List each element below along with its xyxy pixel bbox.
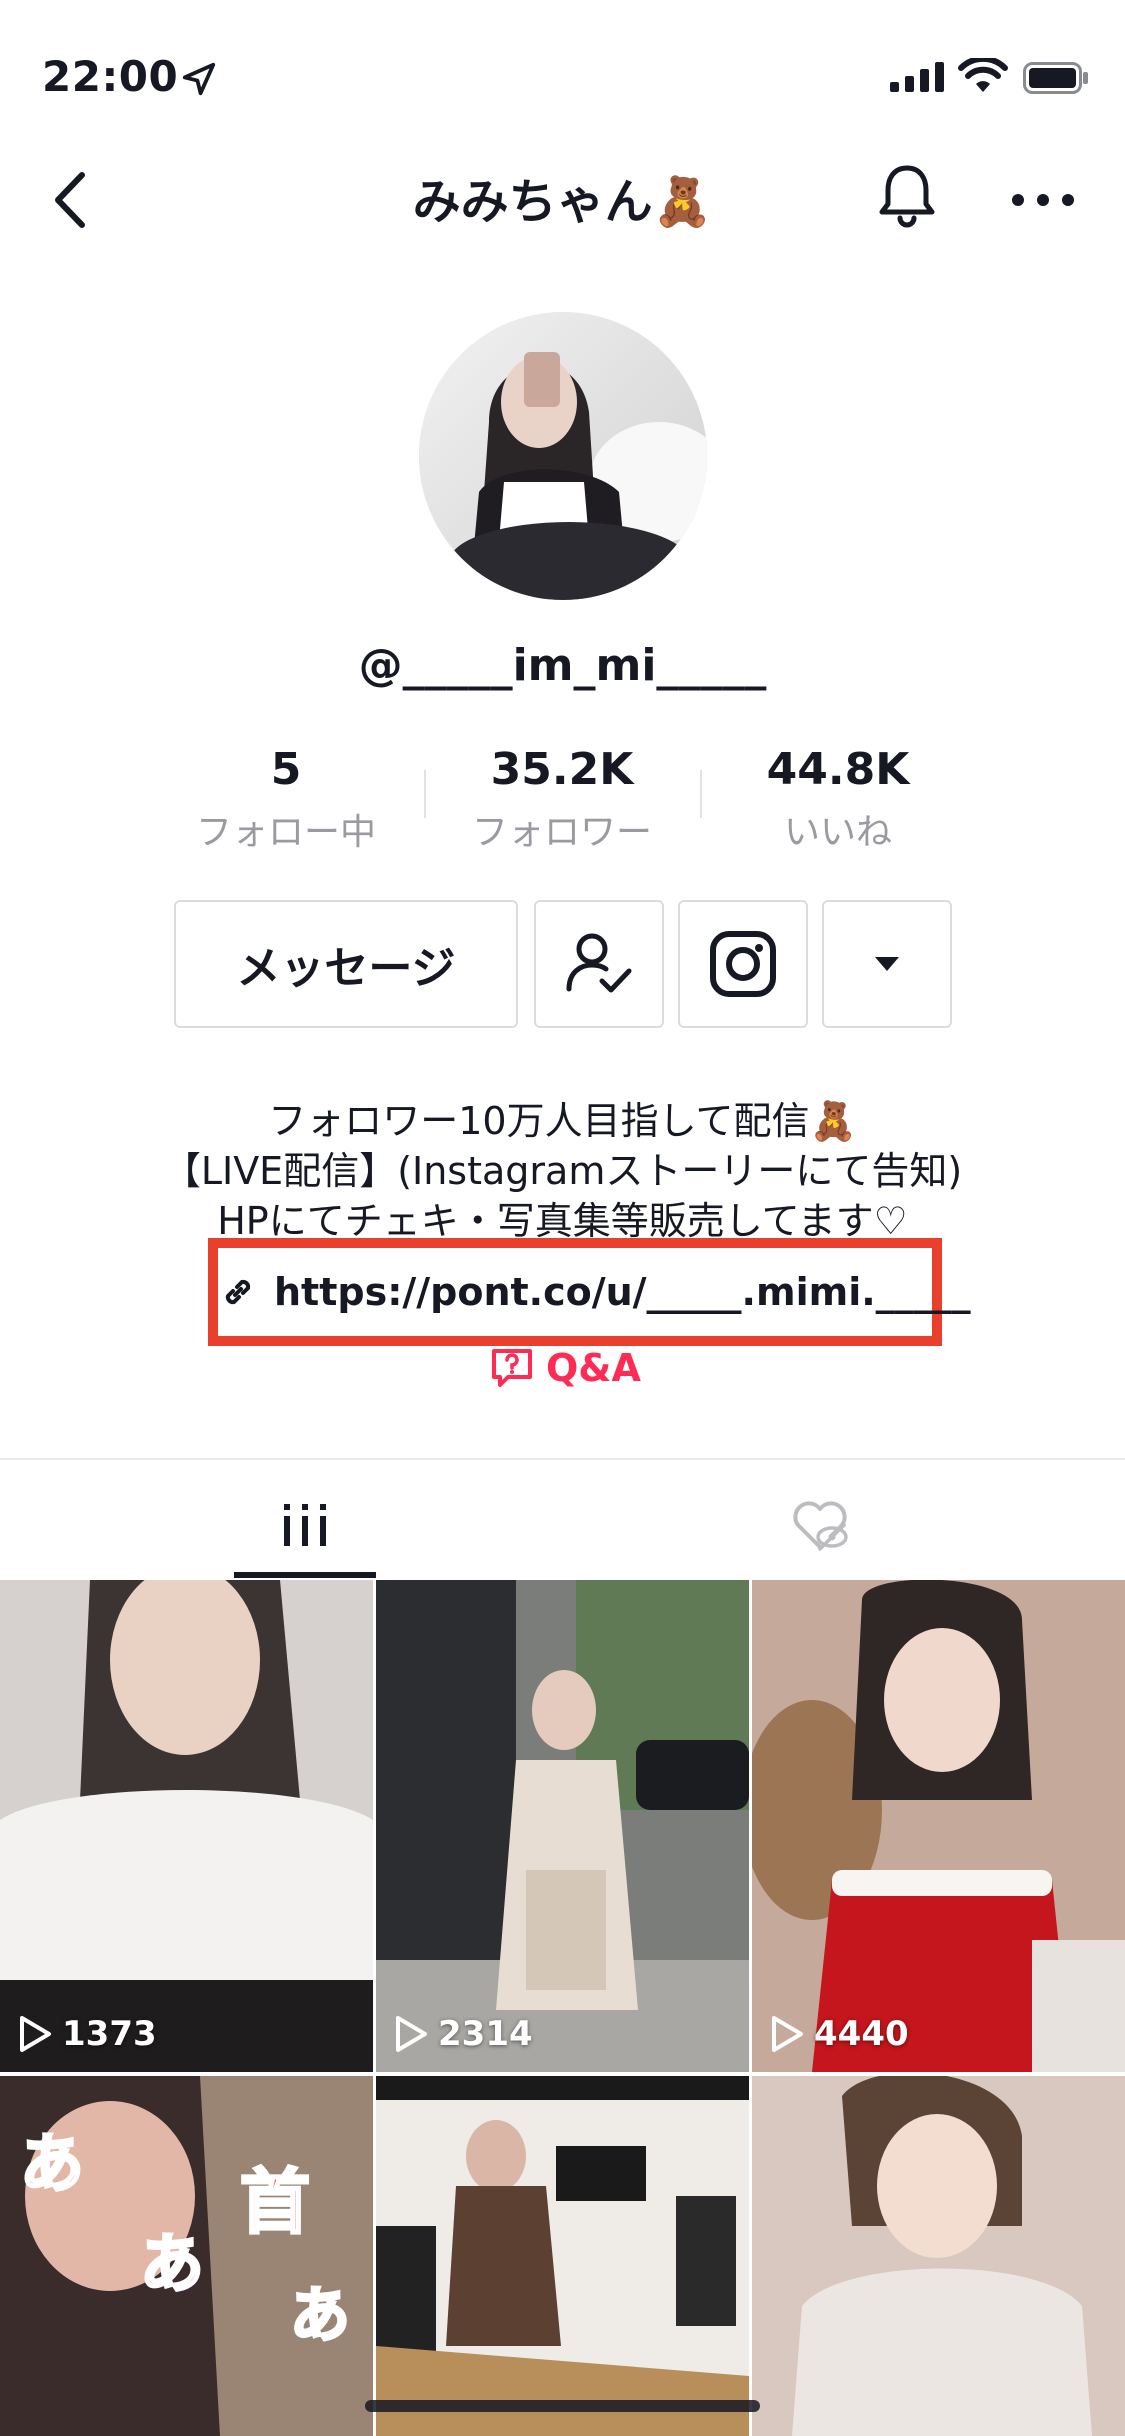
- video-thumbnail[interactable]: 4440: [752, 1580, 1125, 2072]
- view-count-text: 4440: [814, 2014, 909, 2054]
- play-icon: [396, 2016, 427, 2052]
- battery-icon: [1023, 62, 1088, 94]
- svg-text:あ: あ: [20, 2128, 84, 2202]
- profile-link[interactable]: https://pont.co/u/_____.mimi._____: [220, 1270, 971, 1314]
- cellular-signal-icon: [890, 62, 944, 92]
- view-count: 2314: [394, 2014, 533, 2054]
- svg-text:あ: あ: [140, 2228, 204, 2302]
- home-indicator: [365, 2400, 760, 2412]
- view-count-text: 1373: [62, 2014, 157, 2054]
- view-count-text: 2314: [438, 2014, 533, 2054]
- following-status-button[interactable]: [534, 900, 664, 1028]
- username: @_____im_mi_____: [358, 640, 767, 691]
- view-count: 4440: [770, 2014, 909, 2054]
- stat-followers[interactable]: 35.2K フォロワー: [432, 744, 692, 855]
- section-divider: [0, 1458, 1125, 1460]
- bell-icon[interactable]: [872, 160, 942, 230]
- video-thumbnail[interactable]: [752, 2076, 1125, 2436]
- qa-label: Q&A: [546, 1346, 641, 1390]
- instagram-button[interactable]: [678, 900, 808, 1028]
- video-thumbnail[interactable]: 1373: [0, 1580, 373, 2072]
- caret-down-icon: [875, 957, 899, 971]
- tab-liked-videos[interactable]: [760, 1470, 880, 1580]
- message-button[interactable]: メッセージ: [174, 900, 518, 1028]
- bio-line: フォロワー10万人目指して配信🧸: [268, 1099, 857, 1143]
- avatar[interactable]: [419, 312, 707, 600]
- view-count: 1373: [18, 2014, 157, 2054]
- profile-link-text[interactable]: https://pont.co/u/_____.mimi._____: [274, 1270, 971, 1314]
- grid-icon: [284, 1504, 326, 1546]
- more-options-icon[interactable]: [1008, 180, 1078, 220]
- play-icon: [772, 2016, 803, 2052]
- qa-icon: [492, 1349, 532, 1387]
- link-icon: [225, 1279, 251, 1305]
- location-arrow-icon: [182, 62, 216, 96]
- followers-count: 35.2K: [490, 744, 634, 795]
- video-thumbnail[interactable]: [376, 2076, 749, 2436]
- instagram-icon: [710, 931, 776, 997]
- video-thumbnail[interactable]: あ 首 あ あ: [0, 2076, 373, 2436]
- more-actions-dropdown[interactable]: [822, 900, 952, 1028]
- tab-active-indicator: [234, 1572, 376, 1578]
- heart-hidden-icon: [793, 1501, 848, 1551]
- likes-count: 44.8K: [766, 744, 910, 795]
- tab-videos[interactable]: [234, 1470, 376, 1580]
- stat-likes: 44.8K いいね: [708, 744, 968, 855]
- user-check-icon: [566, 933, 632, 993]
- likes-label: いいね: [783, 812, 892, 853]
- bio-line: HPにてチェキ・写真集等販売してます♡: [217, 1199, 908, 1243]
- status-time: 22:00: [42, 52, 179, 101]
- qa-button[interactable]: Q&A: [490, 1346, 641, 1390]
- wifi-icon: [958, 58, 1008, 92]
- page-title: みみちゃん🧸: [412, 174, 713, 230]
- following-count: 5: [270, 744, 302, 795]
- stat-following[interactable]: 5 フォロー中: [156, 744, 416, 855]
- video-thumbnail[interactable]: 2314: [376, 1580, 749, 2072]
- svg-text:首: 首: [240, 2161, 310, 2243]
- bio-line: 【LIVE配信】(Instagramストーリーにて告知): [162, 1149, 963, 1193]
- followers-label: フォロワー: [471, 812, 652, 853]
- following-label: フォロー中: [195, 812, 376, 853]
- play-icon: [20, 2016, 51, 2052]
- svg-text:あ: あ: [290, 2281, 350, 2351]
- stat-divider: [700, 770, 702, 818]
- stat-divider: [424, 770, 426, 818]
